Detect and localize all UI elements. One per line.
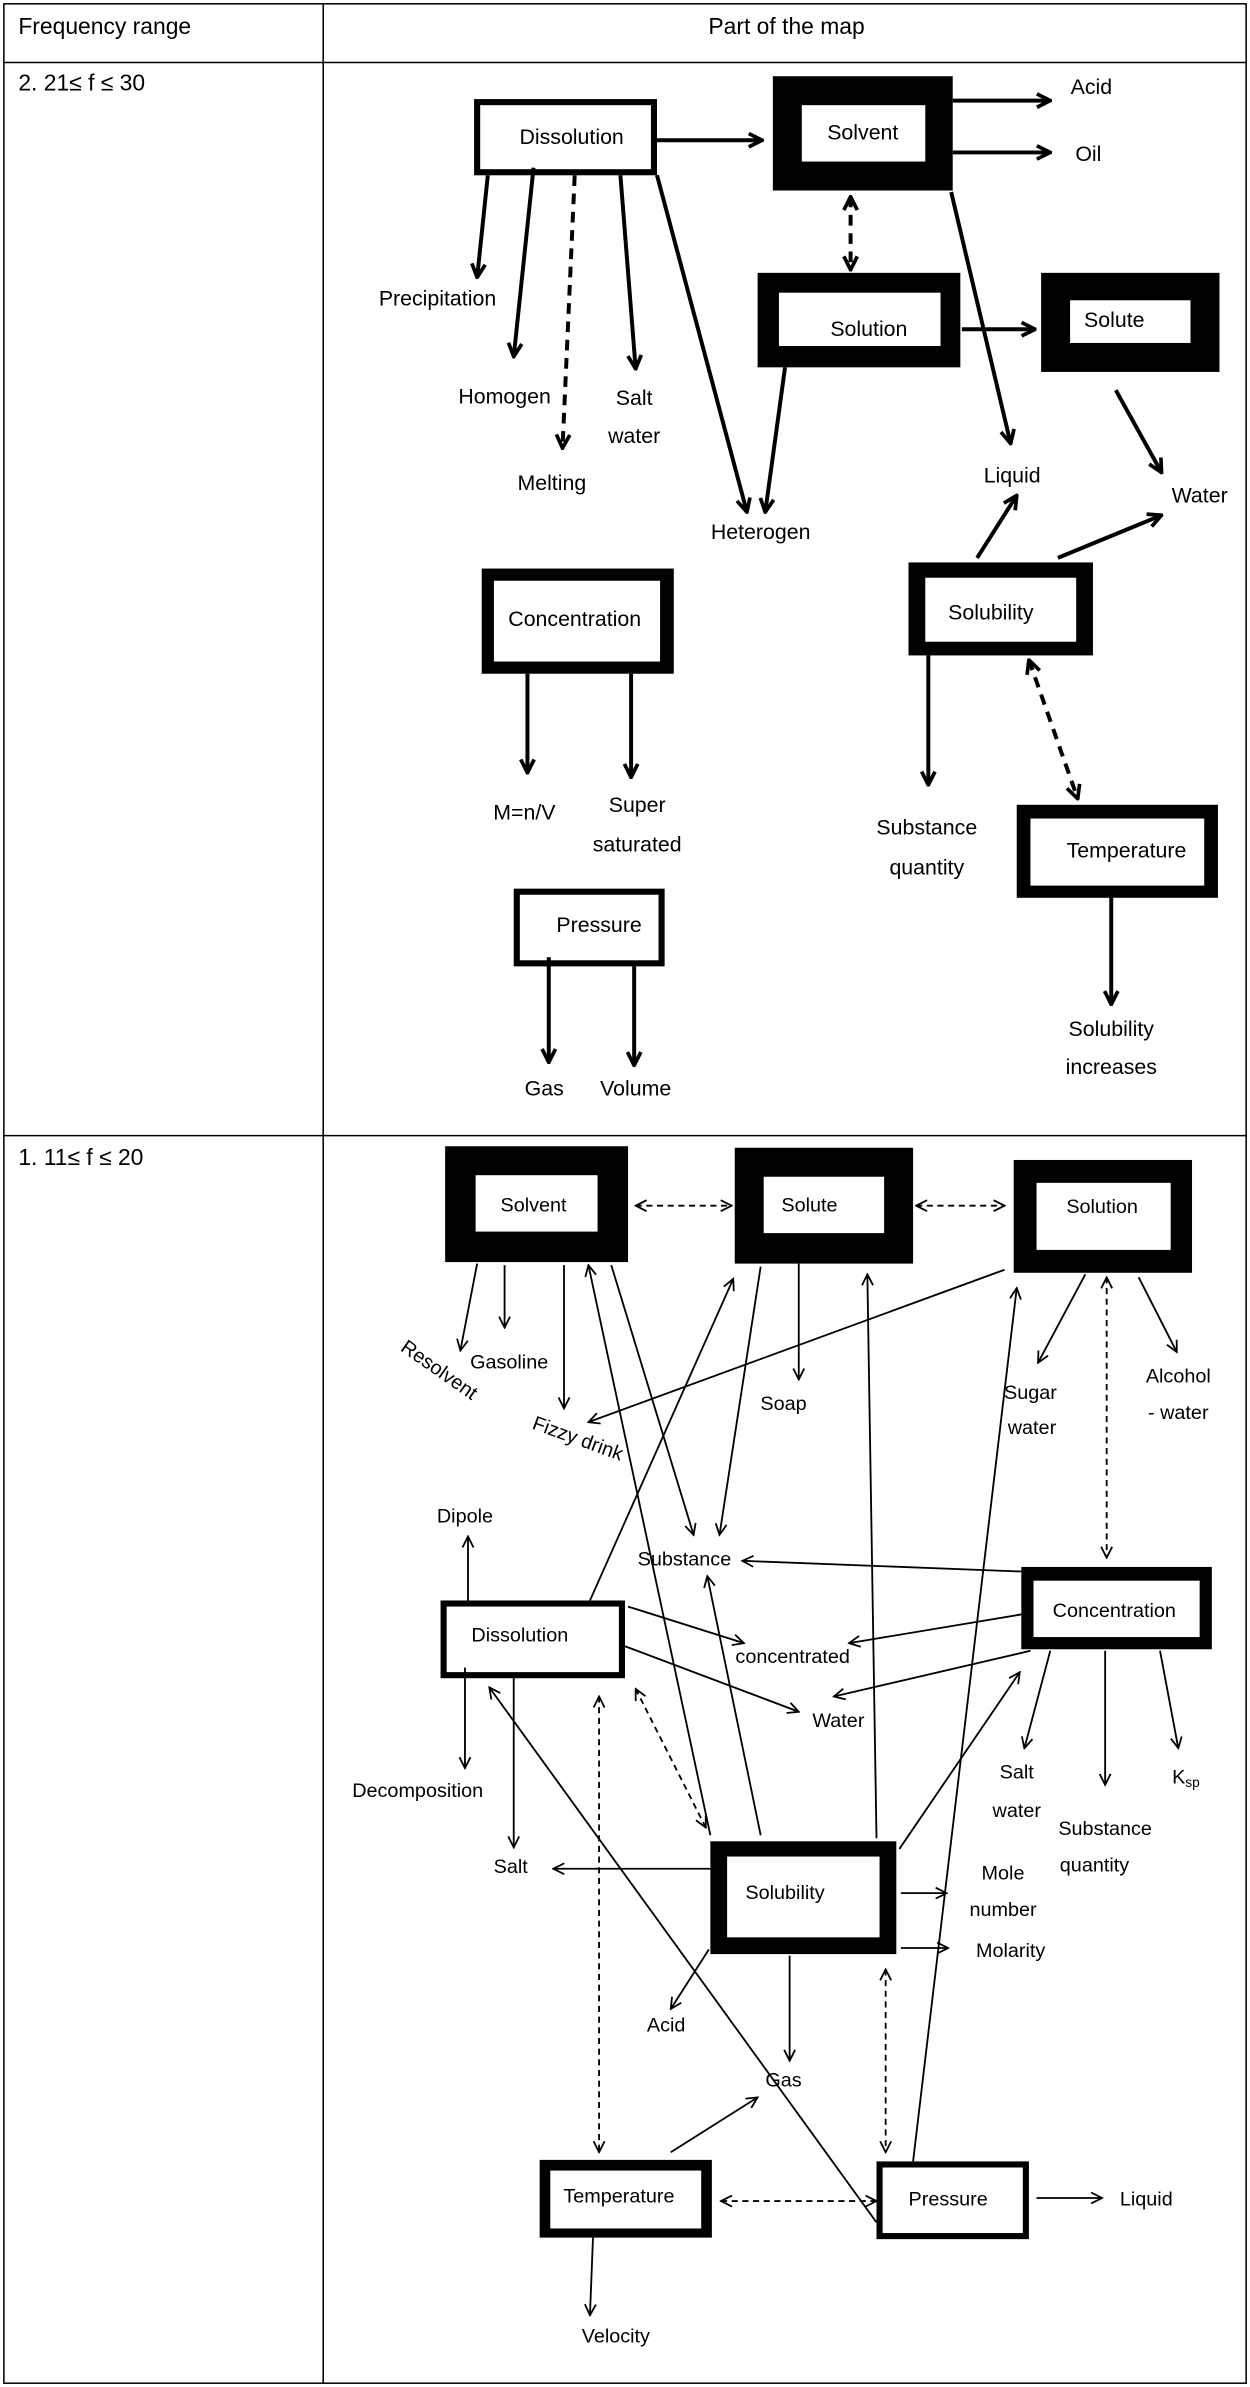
label-liquid: Liquid [1120,2189,1173,2211]
label-salt: Salt [494,1856,529,1878]
label-molarity: Molarity [976,1940,1045,1962]
arrow-dissolution-precipitation [477,175,490,277]
label-alcohol-water: - water [1148,1402,1209,1424]
arrow-solubility-acid [671,1949,710,2009]
arrow-concentration-saltwater [1024,1650,1052,1749]
arrow-solubility-concentration [898,1672,1019,1850]
label-velocity: Velocity [582,2326,650,2348]
label-solubility-increases-1: Solubility [1069,1017,1155,1041]
arrow-dissolution-melting-dashed [563,175,577,448]
label-salt-2-water: water [992,1800,1042,1822]
label-number: number [969,1899,1037,1921]
arrow-solubility-dissolution-dashed [636,1689,706,1828]
concept-map-21-30: Dissolution Solvent Acid Oil Solution So… [379,75,1228,1100]
arrow-solubility-substance [707,1576,762,1836]
arrow-solubility-water [1057,515,1162,560]
label-oil: Oil [1075,142,1101,166]
label-saturated: saturated [593,832,682,856]
label-mole: Mole [982,1862,1025,1884]
label-soap: Soap [760,1393,806,1415]
label-water: Water [812,1710,864,1732]
arrow-concentration-substance [742,1561,1022,1573]
label-acid: Acid [1071,75,1113,99]
label-solute: Solute [1084,308,1144,332]
label-acid: Acid [647,2015,686,2037]
arrow-concentration-ksp [1159,1650,1178,1749]
label-gas: Gas [765,2070,801,2092]
label-temperature: Temperature [1067,839,1187,863]
label-solubility: Solubility [745,1882,824,1904]
label-solubility-increases-2: increases [1066,1055,1157,1079]
label-alcohol: Alcohol [1146,1365,1211,1387]
label-concentration: Concentration [508,607,641,631]
row-range-21-30: 2. 21≤ f ≤ 30 [18,69,145,95]
label-quantity: quantity [889,855,964,879]
label-homogen: Homogen [458,384,550,408]
arrow-solubility-liquid [975,495,1017,559]
arrow-solute-substance [720,1266,762,1535]
header-frequency-range: Frequency range [18,13,191,39]
label-pressure: Pressure [556,913,641,937]
label-super: Super [609,793,666,817]
arrow-dissolution-heterogen [655,174,747,512]
label-sugar: Sugar [1004,1382,1057,1404]
arrow-temperature-gas [670,2097,758,2154]
label-substance-2: Substance [1058,1818,1152,1840]
arrow-dissolution-concentrated [627,1605,744,1644]
label-salt-water: water [607,424,660,448]
arrow-pressure-solution [912,1288,1017,2162]
label-fizzy-drink: Fizzy drink [530,1412,627,1465]
arrow-pressure-dissolution [489,1687,878,2223]
label-liquid: Liquid [984,464,1041,488]
label-dissolution: Dissolution [519,125,623,149]
label-water: Water [1172,483,1228,507]
label-substance: Substance [638,1548,732,1570]
label-solvent: Solvent [501,1195,568,1217]
label-mnv: M=n/V [493,800,556,824]
arrow-dissolution-homogen [514,167,536,357]
label-solution: Solution [830,317,907,341]
label-solvent: Solvent [827,121,898,145]
label-dipole: Dipole [437,1506,493,1528]
label-volume: Volume [600,1076,671,1100]
label-dissolution: Dissolution [471,1625,568,1647]
arrow-solvent-resolvent [460,1263,479,1351]
arrow-temperature-velocity [590,2237,593,2316]
arrow-solution-sugarwater [1038,1273,1087,1362]
label-pressure: Pressure [909,2189,988,2211]
arrow-solvent-substance [610,1264,693,1535]
label-decomposition: Decomposition [352,1780,483,1802]
arrow-solution-alcohol [1137,1276,1177,1352]
arrow-solute-water [1114,389,1162,472]
concept-map-table: Frequency range Part of the map 2. 21≤ f… [3,3,1247,2384]
label-gas: Gas [525,1076,564,1100]
arrow-solubility-solute [867,1274,878,1839]
label-concentrated: concentrated [735,1646,849,1668]
label-sugar-water: water [1007,1417,1057,1439]
label-resolvent: Resolvent [397,1336,482,1405]
arrow-concentration-concentrated [849,1613,1023,1643]
label-heterogen: Heterogen [711,520,811,544]
label-temperature: Temperature [563,2185,674,2207]
label-gasoline: Gasoline [470,1352,548,1374]
label-quantity: quantity [1060,1855,1129,1877]
header-part-of-map: Part of the map [708,13,864,39]
arrow-solubility-temperature-dashed [1029,660,1078,799]
label-melting: Melting [517,471,586,495]
label-precipitation: Precipitation [379,287,496,311]
concept-map-11-20: Solvent Solute Solution Resolvent Gasoli… [352,1146,1212,2348]
arrow-dissolution-saltwater [618,175,635,369]
label-salt: Salt [616,386,653,410]
row-range-11-20: 1. 11≤ f ≤ 20 [18,1144,143,1170]
label-solution: Solution [1066,1196,1138,1218]
label-solubility: Solubility [948,601,1034,625]
label-substance: Substance [876,816,977,840]
arrow-solution-heterogen [765,367,788,512]
arrow-concentration-water [834,1649,1031,1697]
label-ksp: Ksp [1172,1766,1200,1789]
label-solute: Solute [781,1195,837,1217]
label-salt-2: Salt [1000,1762,1035,1784]
label-concentration: Concentration [1053,1600,1176,1622]
